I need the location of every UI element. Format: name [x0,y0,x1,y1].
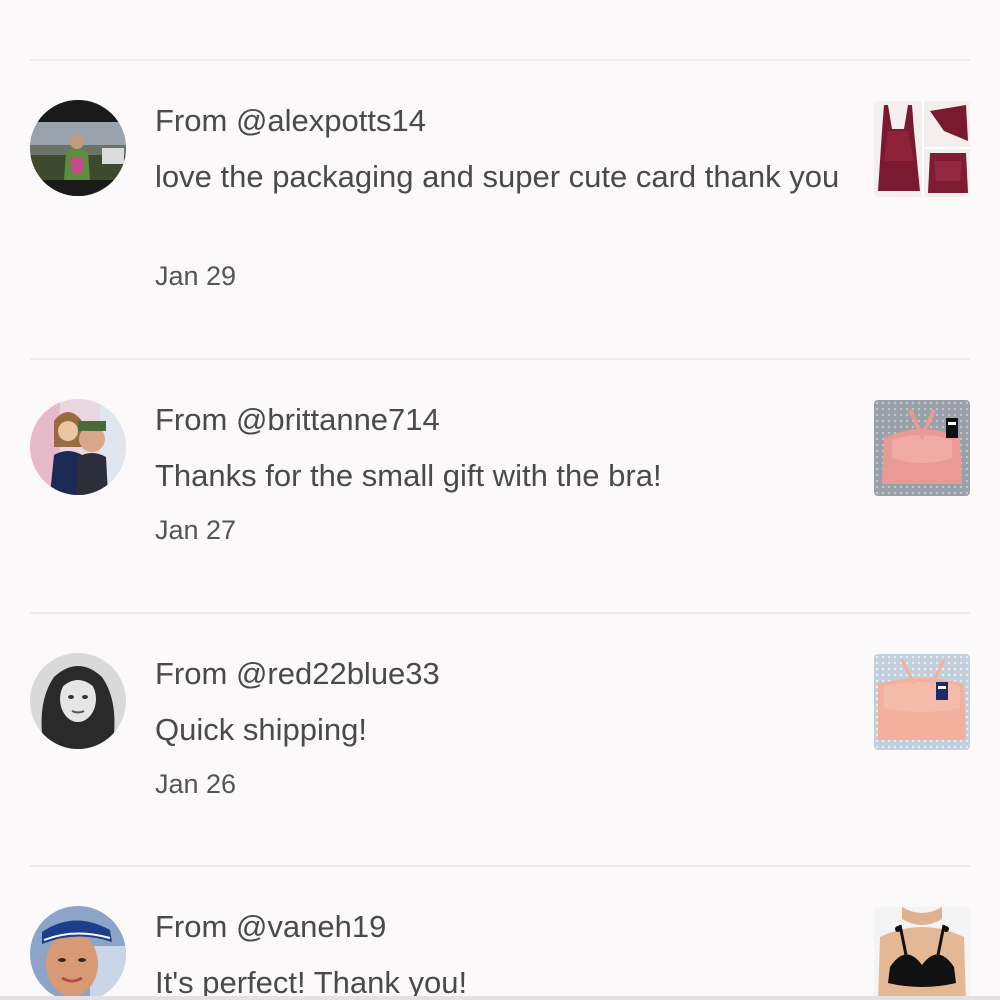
from-label: From [155,656,236,691]
item-thumbnail[interactable] [874,101,970,197]
divider [30,358,970,360]
user-avatar-couple-icon [30,399,126,495]
review-comment: love the packaging and super cute card t… [155,159,840,194]
item-thumbnail[interactable] [874,907,970,1000]
review-author[interactable]: From @vaneh19 [155,909,386,945]
review-comment: Quick shipping! [155,712,367,747]
black-bralette-model-icon [874,907,970,1000]
review-comment: It's perfect! Thank you! [155,965,468,1000]
peach-bralette-icon [874,654,970,750]
user-avatar[interactable] [30,653,126,749]
from-label: From [155,103,236,138]
user-avatar-bw-portrait-icon [30,653,126,749]
review-comment: Thanks for the small gift with the bra! [155,458,662,493]
user-avatar[interactable] [30,100,126,196]
username-link[interactable]: @alexpotts14 [236,103,426,138]
review-author[interactable]: From @red22blue33 [155,656,440,692]
review-date: Jan 27 [155,515,237,545]
review-date: Jan 29 [155,261,237,291]
username-link[interactable]: @brittanne714 [236,402,440,437]
review-author[interactable]: From @brittanne714 [155,402,440,438]
reviews-page: From @alexpotts14 love the packaging and… [0,0,1000,1000]
burgundy-lingerie-set-icon [874,101,970,197]
review-author[interactable]: From @alexpotts14 [155,103,426,139]
pink-bralette-icon [874,400,970,496]
review-date: Jan 26 [155,769,237,799]
user-avatar-outdoor-icon [30,100,126,196]
user-avatar[interactable] [30,399,126,495]
from-label: From [155,402,236,437]
divider [30,612,970,614]
username-link[interactable]: @vaneh19 [236,909,386,944]
item-thumbnail[interactable] [874,400,970,496]
username-link[interactable]: @red22blue33 [236,656,440,691]
from-label: From [155,909,236,944]
divider [30,865,970,867]
user-avatar-cap-icon [30,906,126,1000]
bottom-border [0,996,1000,1000]
user-avatar[interactable] [30,906,126,1000]
divider [30,59,970,61]
item-thumbnail[interactable] [874,654,970,750]
